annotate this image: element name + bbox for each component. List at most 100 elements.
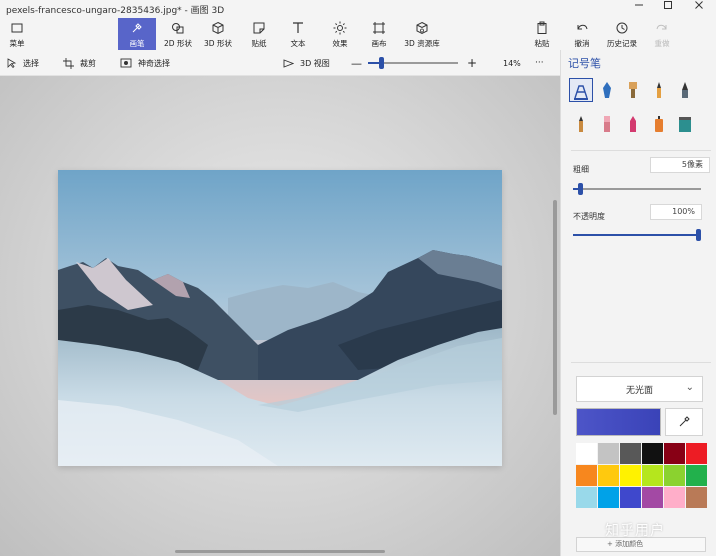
canvas-icon <box>373 22 385 34</box>
opacity-slider-fill <box>573 234 696 236</box>
cube-icon <box>212 21 224 35</box>
color-swatch[interactable] <box>642 487 663 508</box>
brush-oil-brush-button[interactable] <box>621 78 645 102</box>
opacity-slider[interactable] <box>573 229 701 241</box>
vertical-scrollbar[interactable] <box>553 200 557 415</box>
marker-icon <box>574 85 588 100</box>
panel-divider <box>571 362 711 363</box>
zoom-slider-fill <box>368 62 379 64</box>
ribbon-tool-label: 撤消 <box>574 39 590 48</box>
color-swatch[interactable] <box>598 465 619 486</box>
ribbon-tool-label: 重做 <box>654 39 670 48</box>
thickness-input[interactable]: 5像素 <box>650 157 710 173</box>
maximize-button[interactable] <box>657 0 679 18</box>
chevron-down-icon: ⌄ <box>685 382 694 393</box>
brush-fill-bucket-button[interactable] <box>673 112 697 136</box>
thickness-slider[interactable] <box>573 183 701 195</box>
ribbon-tool-label: 效果 <box>332 39 348 48</box>
ribbon-tool-brushes[interactable]: 画笔 <box>118 18 156 50</box>
color-swatch[interactable] <box>664 465 685 486</box>
canvas-image[interactable] <box>58 170 502 466</box>
ribbon-tool-redo[interactable]: 重做 <box>648 18 676 50</box>
opacity-label: 不透明度 <box>573 212 605 221</box>
ribbon-tool-canvas[interactable]: 画布 <box>364 18 394 50</box>
color-swatch[interactable] <box>598 443 619 464</box>
color-swatch[interactable] <box>686 443 707 464</box>
close-icon <box>695 1 703 9</box>
more-options-button[interactable]: ··· <box>535 50 544 76</box>
select-button[interactable]: 选择 <box>7 50 39 76</box>
brush-crayon-button[interactable] <box>621 112 645 136</box>
minimize-icon <box>635 4 643 6</box>
color-swatch[interactable] <box>576 443 597 464</box>
opacity-input[interactable]: 100% <box>650 204 702 220</box>
horizontal-scrollbar[interactable] <box>175 550 385 553</box>
ribbon-tool-label: 画布 <box>371 39 387 48</box>
magic-select-button[interactable]: 神奇选择 <box>120 50 170 76</box>
brush-spray-can-button[interactable] <box>647 112 671 136</box>
history-icon <box>616 22 628 34</box>
ribbon-tool-3d-library[interactable]: 3D 资源库 <box>401 18 443 50</box>
current-color-swatch[interactable] <box>576 408 661 436</box>
brush-pencil-button[interactable] <box>569 112 593 136</box>
add-color-label: + 添加颜色 <box>607 540 644 548</box>
brush-icon <box>132 23 142 33</box>
zoom-slider-thumb[interactable] <box>379 57 384 69</box>
color-swatch[interactable] <box>642 465 663 486</box>
brush-marker-button[interactable] <box>569 78 593 102</box>
color-swatch[interactable] <box>620 465 641 486</box>
close-button[interactable] <box>688 0 710 18</box>
zoom-out-button[interactable]: — <box>351 50 362 76</box>
3d-view-button[interactable]: 3D 视图 <box>283 50 330 76</box>
zoom-out-label: — <box>351 56 362 70</box>
color-swatch[interactable] <box>620 487 641 508</box>
3d-view-icon <box>283 58 294 68</box>
minimize-button[interactable] <box>628 0 650 18</box>
cursor-icon <box>7 58 17 68</box>
ribbon-tool-label: 粘贴 <box>534 39 550 48</box>
color-swatch[interactable] <box>686 465 707 486</box>
color-swatch[interactable] <box>686 487 707 508</box>
zoom-slider[interactable] <box>368 57 458 69</box>
pencil-icon <box>579 116 583 132</box>
thickness-slider-track <box>578 188 701 190</box>
finish-dropdown[interactable]: 无光面 ⌄ <box>576 376 703 402</box>
color-swatch[interactable] <box>576 487 597 508</box>
opacity-slider-thumb[interactable] <box>696 229 701 241</box>
redo-icon <box>656 24 667 30</box>
ribbon-tool-label: 文本 <box>290 39 306 48</box>
ribbon-tool-2d-shapes[interactable]: 2D 形状 <box>158 18 198 50</box>
magic-select-label: 神奇选择 <box>138 58 170 68</box>
thickness-slider-thumb[interactable] <box>578 183 583 195</box>
brush-panel: 记号笔 粗细 5像素 不透明度 100% 无光面 ⌄ + 添加颜色 <box>560 50 716 556</box>
zoom-value: 14% <box>503 58 521 68</box>
crayon-icon <box>630 116 636 132</box>
color-swatch[interactable] <box>598 487 619 508</box>
zoom-in-button[interactable]: + <box>467 50 477 76</box>
menu-button[interactable]: 菜单 <box>2 18 32 50</box>
ribbon-tool-3d-shapes[interactable]: 3D 形状 <box>200 18 236 50</box>
brush-watercolor-button[interactable] <box>647 78 671 102</box>
brush-calligraphy-pen-button[interactable] <box>595 78 619 102</box>
mountain-photo <box>58 170 502 466</box>
brush-pixel-pen-button[interactable] <box>673 78 697 102</box>
ribbon-tool-history[interactable]: 历史记录 <box>603 18 641 50</box>
magic-select-icon <box>120 58 132 68</box>
ribbon-tool-effects[interactable]: 效果 <box>323 18 357 50</box>
ribbon-tool-undo[interactable]: 撤消 <box>568 18 596 50</box>
watercolor-icon <box>657 82 661 98</box>
ribbon-tool-paste[interactable]: 粘贴 <box>528 18 556 50</box>
ribbon-tool-text[interactable]: 文本 <box>282 18 314 50</box>
panel-title: 记号笔 <box>568 57 601 70</box>
color-swatch[interactable] <box>664 443 685 464</box>
ribbon-tool-stickers[interactable]: 贴纸 <box>243 18 275 50</box>
brush-eraser-button[interactable] <box>595 112 619 136</box>
pixel-pen-icon <box>682 82 688 98</box>
color-swatch[interactable] <box>642 443 663 464</box>
eyedropper-button[interactable] <box>665 408 703 436</box>
crop-button[interactable]: 裁剪 <box>63 50 96 76</box>
color-swatch[interactable] <box>576 465 597 486</box>
calligraphy-pen-icon <box>603 82 611 98</box>
color-swatch[interactable] <box>664 487 685 508</box>
color-swatch[interactable] <box>620 443 641 464</box>
